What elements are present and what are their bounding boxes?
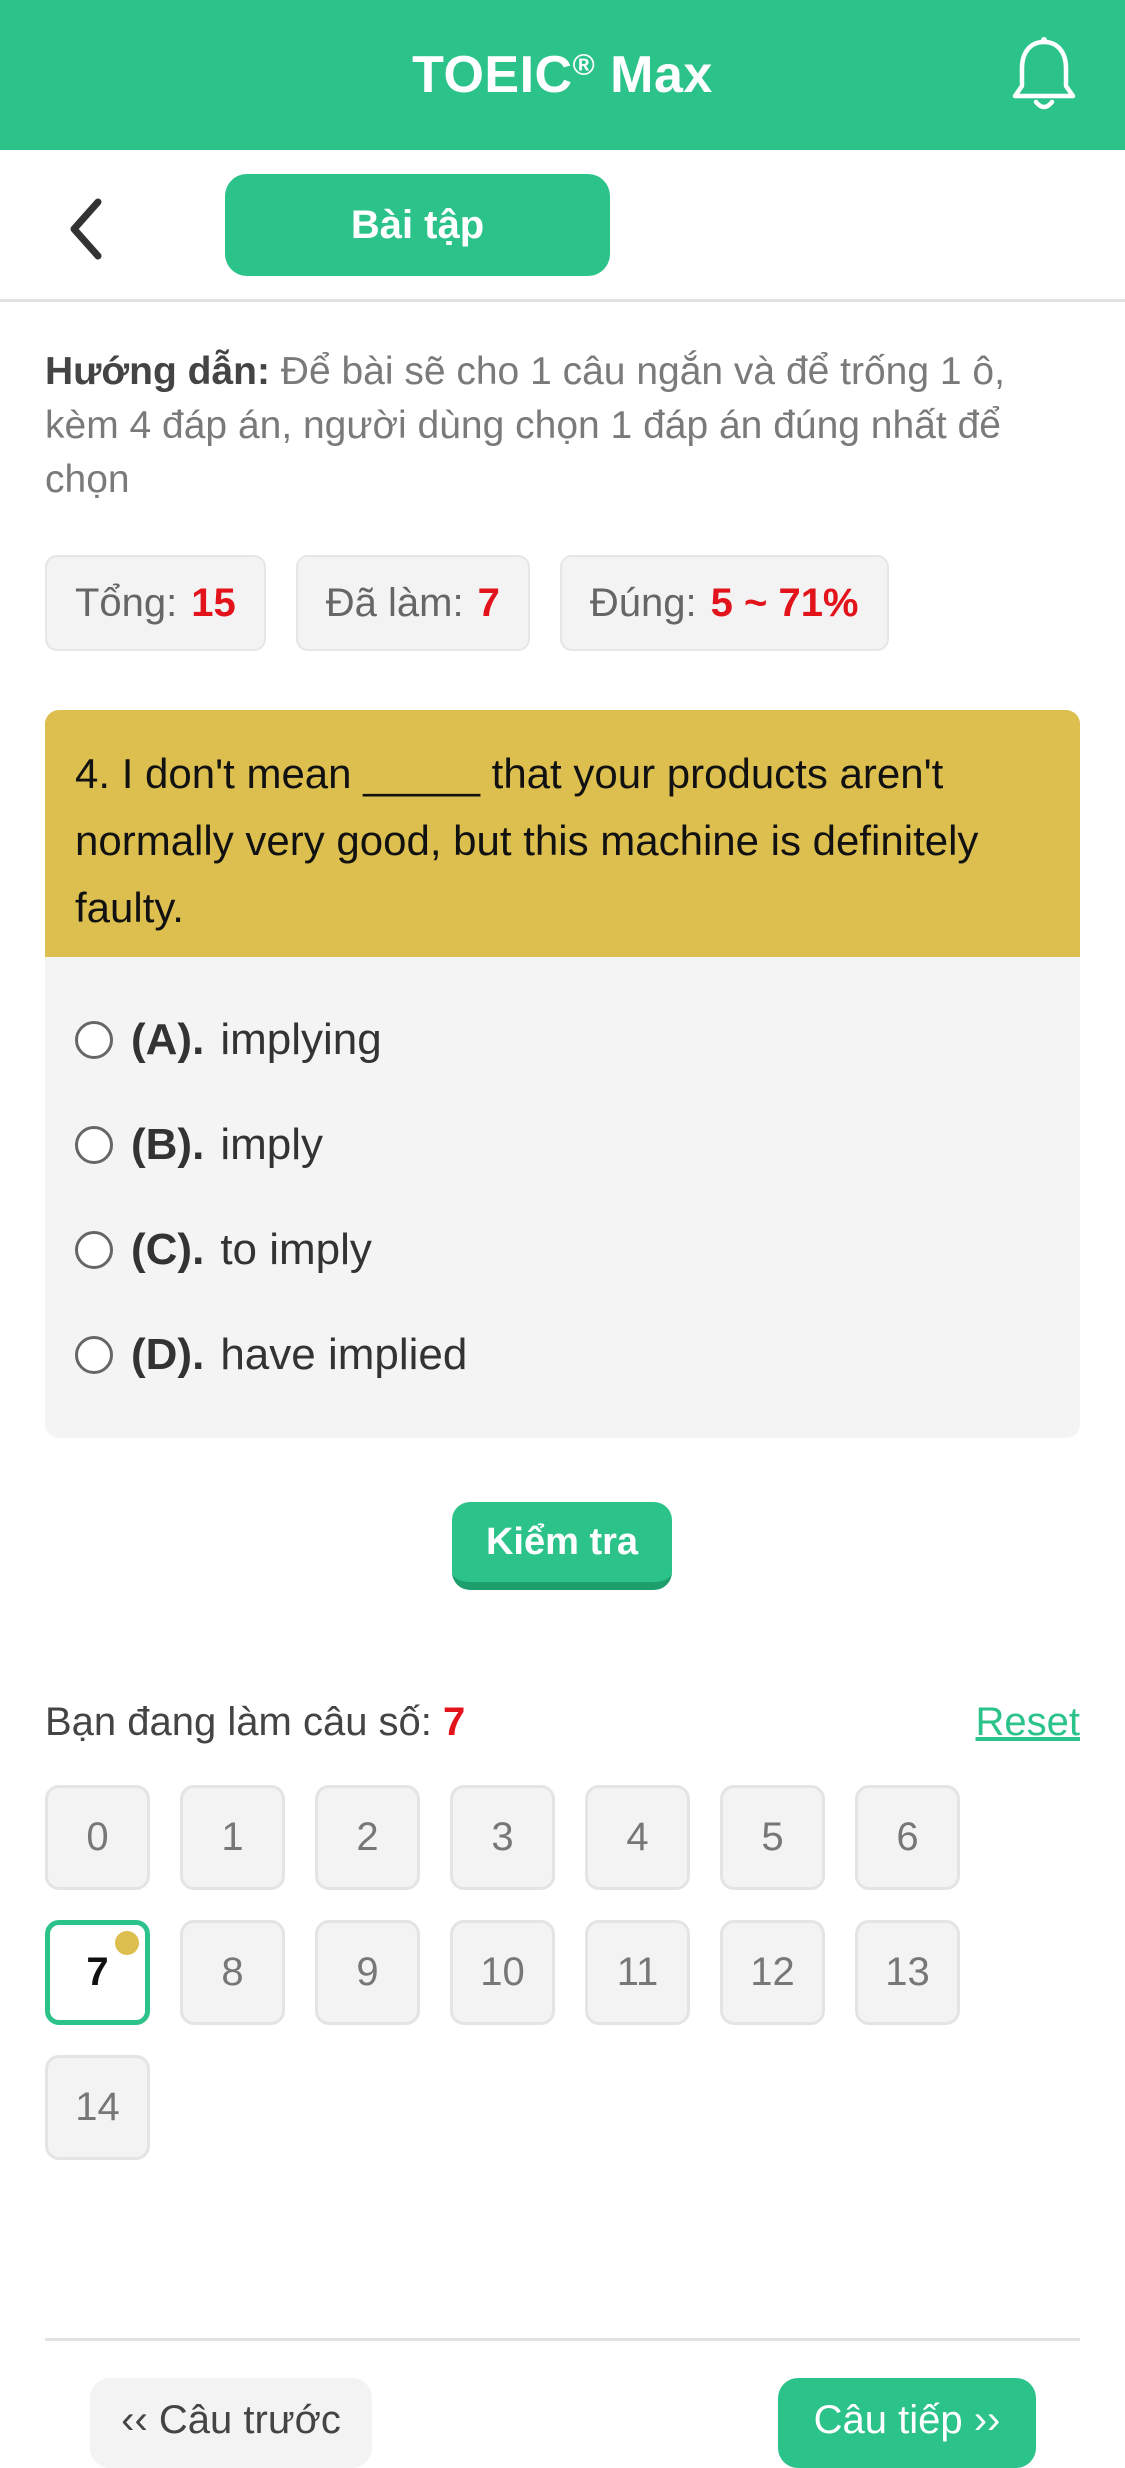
answer-options: (A). implying (B). imply (C). to imply (… [45, 957, 1080, 1407]
question-number-button[interactable]: 2 [315, 1785, 420, 1890]
question-number-button[interactable]: 14 [45, 2055, 150, 2160]
chevron-left-icon[interactable] [58, 194, 118, 264]
option-a[interactable]: (A). implying [45, 987, 1080, 1092]
question-number-button[interactable]: 5 [720, 1785, 825, 1890]
question-number-button[interactable]: 1 [180, 1785, 285, 1890]
radio-button[interactable] [75, 1020, 113, 1059]
divider [45, 2338, 1080, 2341]
bell-icon[interactable] [1009, 36, 1079, 114]
marker-dot [115, 1931, 139, 1955]
question-number-button[interactable]: 10 [450, 1920, 555, 2025]
instructions-label: Hướng dẫn: [45, 350, 270, 393]
next-question-button[interactable]: Câu tiếp ›› [778, 2378, 1036, 2468]
question-number-button[interactable]: 8 [180, 1920, 285, 2025]
question-number-button[interactable]: 7 [45, 1920, 150, 2025]
question-number-button[interactable]: 13 [855, 1920, 960, 2025]
stat-total: Tổng: 15 [45, 555, 266, 651]
question-number-button[interactable]: 9 [315, 1920, 420, 2025]
question-number-button[interactable]: 6 [855, 1785, 960, 1890]
question-text: 4. I don't mean _____ that your products… [45, 710, 1080, 957]
stat-correct: Đúng: 5 ~ 71% [559, 555, 889, 651]
sub-header: Bài tập [0, 150, 1125, 302]
option-c[interactable]: (C). to imply [45, 1197, 1080, 1302]
stats-row: Tổng: 15 Đã làm: 7 Đúng: 5 ~ 71% [45, 555, 889, 651]
question-number-button[interactable]: 4 [585, 1785, 690, 1890]
option-d[interactable]: (D). have implied [45, 1302, 1080, 1407]
check-button[interactable]: Kiểm tra [452, 1502, 672, 1590]
question-number-button[interactable]: 3 [450, 1785, 555, 1890]
radio-button[interactable] [75, 1335, 113, 1374]
stat-done: Đã làm: 7 [295, 555, 530, 651]
prev-question-button[interactable]: ‹‹ Câu trước [90, 2378, 372, 2468]
question-number-button[interactable]: 12 [720, 1920, 825, 2025]
app-header: TOEIC® Max [0, 0, 1125, 150]
reset-link[interactable]: Reset [976, 1700, 1081, 1745]
radio-button[interactable] [75, 1125, 113, 1164]
question-number-button[interactable]: 0 [45, 1785, 150, 1890]
progress-label: Bạn đang làm câu số: 7 [45, 1700, 466, 1744]
radio-button[interactable] [75, 1230, 113, 1269]
question-number-button[interactable]: 11 [585, 1920, 690, 2025]
question-card: 4. I don't mean _____ that your products… [45, 710, 1080, 1438]
option-b[interactable]: (B). imply [45, 1092, 1080, 1197]
current-question-number: 7 [443, 1700, 466, 1744]
tab-exercises[interactable]: Bài tập [225, 174, 610, 276]
app-title: TOEIC® Max [412, 46, 713, 104]
instructions: Hướng dẫn: Để bài sẽ cho 1 câu ngắn và đ… [45, 345, 1085, 507]
